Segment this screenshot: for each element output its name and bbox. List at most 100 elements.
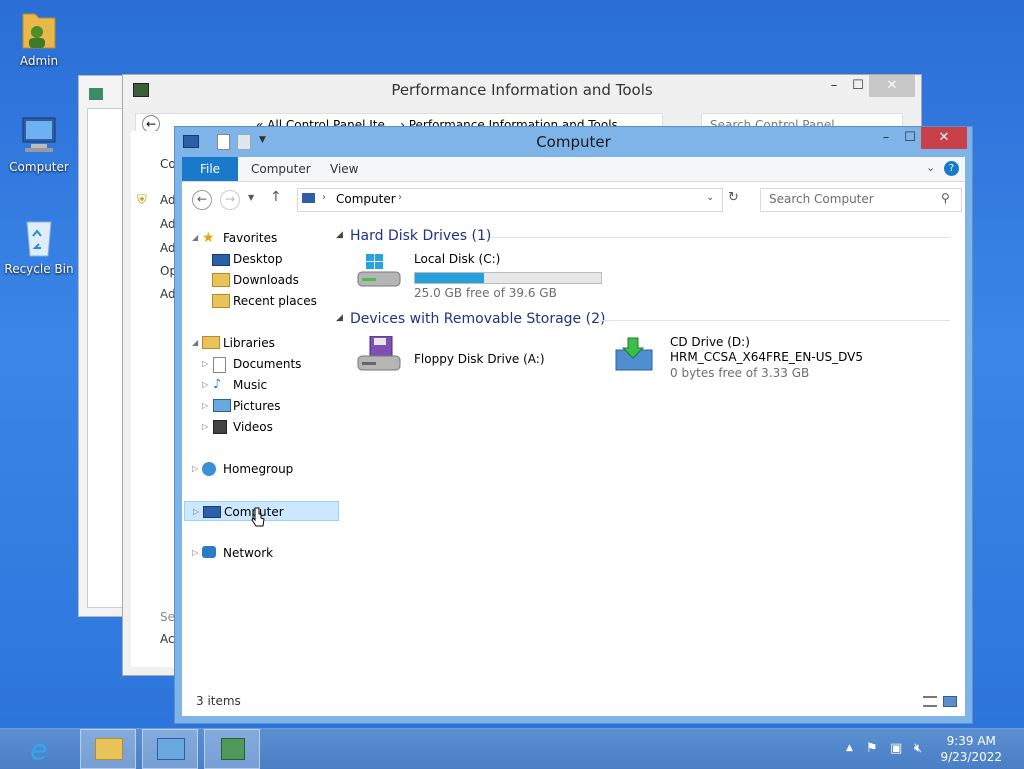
- documents-icon: [213, 357, 226, 373]
- star-icon: ★: [202, 230, 215, 246]
- taskbar-file-explorer[interactable]: [80, 729, 136, 769]
- collapsed-icon[interactable]: ▷: [192, 459, 198, 479]
- window-title: Performance Information and Tools: [391, 81, 653, 99]
- details-view-icon[interactable]: [923, 696, 937, 707]
- recent-places-icon: [212, 294, 230, 308]
- nav-pictures[interactable]: ▷ Pictures: [182, 396, 342, 416]
- close-button[interactable]: ✕: [869, 75, 915, 97]
- network-status-icon[interactable]: ▣: [890, 741, 902, 756]
- nav-homegroup[interactable]: ▷ Homegroup: [182, 459, 342, 479]
- group-header-text: Hard Disk Drives (1): [350, 228, 492, 244]
- nav-network[interactable]: ▷ Network: [182, 543, 342, 563]
- pictures-icon: [213, 399, 231, 412]
- left-pane: [131, 131, 177, 667]
- libraries-icon: [202, 336, 220, 349]
- collapse-group-icon[interactable]: ◢: [336, 313, 343, 323]
- search-input[interactable]: Search Computer ⚲: [760, 188, 962, 212]
- computer-icon: [302, 193, 315, 203]
- collapsed-icon[interactable]: ▷: [192, 543, 198, 563]
- refresh-icon[interactable]: ↻: [728, 190, 739, 205]
- desktop-icon-label: Computer: [9, 160, 69, 174]
- drive-name: Local Disk (C:): [414, 252, 501, 266]
- nav-downloads[interactable]: Downloads: [182, 270, 342, 290]
- drive-cd[interactable]: CD Drive (D:) HRM_CCSA_X64FRE_EN-US_DV5 …: [610, 332, 863, 384]
- breadcrumb-separator-icon: ›: [322, 192, 326, 203]
- system-clock[interactable]: 9:39 AM 9/23/2022: [940, 733, 1002, 765]
- clock-date: 9/23/2022: [940, 750, 1002, 764]
- nav-favorites[interactable]: ◢ ★ Favorites: [182, 228, 342, 248]
- network-icon: [202, 546, 216, 558]
- close-button[interactable]: ✕: [921, 127, 967, 149]
- collapsed-icon[interactable]: ▷: [202, 396, 208, 416]
- downloads-icon: [212, 273, 230, 287]
- breadcrumb-computer[interactable]: Computer: [336, 192, 396, 206]
- breadcrumb-separator-icon: ›: [398, 192, 402, 203]
- navigation-bar: ← → ▼ ↑ › Computer › ⌄ ↻ Search Computer…: [182, 182, 965, 218]
- back-button[interactable]: ←: [192, 190, 212, 210]
- status-bar-item-count: 3 items: [196, 694, 241, 708]
- tab-file[interactable]: File: [182, 157, 238, 181]
- taskbar-performance[interactable]: [204, 729, 260, 769]
- title-bar[interactable]: ▼ Computer – ☐ ✕: [175, 127, 972, 157]
- cd-drive-icon: [614, 336, 654, 372]
- videos-icon: [213, 420, 227, 434]
- nav-music[interactable]: ▷ ♪ Music: [182, 375, 342, 395]
- drive-free-space: 0 bytes free of 3.33 GB: [670, 366, 810, 380]
- taskbar-control-panel[interactable]: [142, 729, 198, 769]
- computer-window[interactable]: ▼ Computer – ☐ ✕ File Computer View ⌄ ? …: [174, 126, 973, 724]
- file-explorer-icon: [95, 738, 123, 760]
- expanded-icon[interactable]: ◢: [192, 228, 198, 248]
- collapse-group-icon[interactable]: ◢: [336, 230, 343, 240]
- show-hidden-icons-icon[interactable]: ▲: [846, 743, 853, 753]
- nav-videos[interactable]: ▷ Videos: [182, 417, 342, 437]
- drive-local-disk[interactable]: Local Disk (C:) 25.0 GB free of 39.6 GB: [352, 248, 602, 300]
- tab-view[interactable]: View: [318, 157, 370, 181]
- hard-disk-icon: [356, 252, 402, 290]
- desktop-icon-computer[interactable]: Computer: [4, 112, 74, 174]
- forward-button[interactable]: →: [220, 190, 240, 210]
- desktop-icon-recycle-bin[interactable]: Recycle Bin: [4, 214, 74, 276]
- app-icon: [89, 88, 103, 100]
- volume-muted-icon[interactable]: 🔇︎: [914, 741, 922, 756]
- recent-locations-icon[interactable]: ▼: [248, 193, 254, 202]
- address-dropdown-icon[interactable]: ⌄: [706, 192, 714, 203]
- desktop-icon-admin[interactable]: Admin: [4, 6, 74, 68]
- recycle-bin-icon: [17, 214, 61, 260]
- action-center-flag-icon[interactable]: ⚑: [866, 741, 878, 756]
- drive-name: CD Drive (D:): [670, 335, 750, 349]
- collapsed-icon[interactable]: ▷: [202, 375, 208, 395]
- performance-icon: [221, 738, 245, 760]
- group-divider: [490, 237, 950, 238]
- group-divider: [600, 320, 950, 321]
- desktop-icon-label: Recycle Bin: [4, 262, 74, 276]
- drive-floppy[interactable]: Floppy Disk Drive (A:): [352, 332, 602, 380]
- desktop-icon: [212, 254, 230, 266]
- group-header-removable[interactable]: ◢ Devices with Removable Storage (2): [336, 311, 950, 327]
- mouse-cursor-icon: [251, 507, 265, 529]
- up-button[interactable]: ↑: [270, 189, 282, 205]
- collapsed-icon[interactable]: ▷: [202, 417, 208, 437]
- search-icon[interactable]: ⚲: [941, 191, 950, 205]
- large-icons-view-icon[interactable]: [943, 696, 957, 707]
- disk-usage-fill: [415, 273, 484, 283]
- internet-explorer-icon: e: [30, 733, 48, 766]
- nav-recent-places[interactable]: Recent places: [182, 291, 342, 311]
- window-title: Computer: [536, 133, 611, 151]
- expanded-icon[interactable]: ◢: [192, 333, 198, 353]
- nav-libraries[interactable]: ◢ Libraries: [182, 333, 342, 353]
- collapsed-icon[interactable]: ▷: [193, 502, 199, 522]
- group-header-text: Devices with Removable Storage (2): [350, 311, 606, 327]
- homegroup-icon: [202, 462, 216, 476]
- address-bar[interactable]: › Computer › ⌄: [297, 188, 723, 212]
- user-folder-icon: [17, 6, 61, 52]
- group-header-hdd[interactable]: ◢ Hard Disk Drives (1): [336, 228, 950, 244]
- help-icon[interactable]: ?: [944, 161, 959, 176]
- nav-desktop[interactable]: Desktop: [182, 249, 342, 269]
- expand-ribbon-icon[interactable]: ⌄: [926, 161, 935, 174]
- tab-computer[interactable]: Computer: [239, 157, 323, 181]
- computer-icon: [203, 506, 221, 518]
- collapsed-icon[interactable]: ▷: [202, 354, 208, 374]
- nav-documents[interactable]: ▷ Documents: [182, 354, 342, 374]
- disk-usage-bar: [414, 272, 602, 284]
- taskbar-internet-explorer[interactable]: e: [18, 729, 74, 769]
